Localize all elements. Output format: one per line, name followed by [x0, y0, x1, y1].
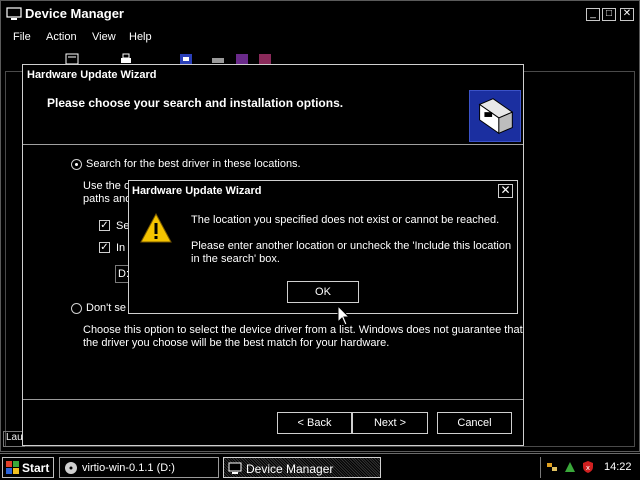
include-location-checkbox[interactable]: ✓ — [99, 242, 110, 253]
ok-button[interactable]: OK — [287, 281, 359, 303]
mouse-cursor-icon — [337, 305, 351, 326]
menu-help[interactable]: Help — [129, 31, 152, 43]
dont-search-label: Don't se — [86, 302, 127, 314]
wizard-header: Please choose your search and installati… — [23, 85, 523, 145]
device-manager-icon — [228, 462, 242, 474]
message-line2: Please enter another location or uncheck… — [191, 240, 512, 265]
taskbar-item-device-manager[interactable]: Device Manager — [223, 457, 381, 478]
error-message-box: Hardware Update Wizard ✕ The location yo… — [128, 180, 518, 314]
device-manager-title: Device Manager — [25, 6, 124, 21]
back-button[interactable]: < Back — [277, 412, 352, 434]
choose-description-line2: the driver you choose will be the best m… — [83, 337, 390, 349]
security-shield-icon[interactable]: x — [581, 460, 595, 474]
use-paths-text-line1: Use the c — [83, 180, 130, 192]
wizard-separator — [23, 399, 523, 400]
device-manager-titlebar[interactable]: Device Manager _ □ ✕ — [1, 1, 639, 27]
menu-bar: File Action View Help — [1, 28, 639, 48]
hardware-card-icon — [469, 90, 521, 142]
taskbar-item-virtio-win[interactable]: virtio-win-0.1.1 (D:) — [59, 457, 219, 478]
svg-text:x: x — [586, 464, 590, 472]
choose-description-line1: Choose this option to select the device … — [83, 324, 523, 336]
start-button[interactable]: Start — [2, 457, 54, 478]
message-line1: The location you specified does not exis… — [191, 214, 500, 226]
clock: 14:22 — [604, 461, 632, 473]
use-paths-text-line2: paths and — [83, 193, 132, 205]
menu-file[interactable]: File — [13, 31, 31, 43]
taskbar-item-label: Device Manager — [246, 462, 334, 476]
minimize-button[interactable]: _ — [586, 8, 600, 21]
message-box-title: Hardware Update Wizard — [132, 185, 262, 197]
message-box-close-button[interactable]: ✕ — [498, 184, 513, 198]
taskbar: Start virtio-win-0.1.1 (D:) Device Manag… — [0, 453, 640, 480]
menu-action[interactable]: Action — [46, 31, 77, 43]
network-icon[interactable] — [545, 460, 559, 474]
search-removable-checkbox[interactable]: ✓ — [99, 220, 110, 231]
taskbar-item-label: virtio-win-0.1.1 (D:) — [82, 462, 175, 474]
warning-icon — [140, 212, 172, 243]
close-button[interactable]: ✕ — [620, 8, 634, 21]
device-manager-icon — [6, 7, 22, 20]
radio-selected-dot — [75, 163, 78, 166]
search-best-driver-label: Search for the best driver in these loca… — [86, 158, 301, 170]
windows-flag-icon — [6, 461, 19, 474]
dont-search-radio[interactable] — [71, 303, 82, 314]
menu-view[interactable]: View — [92, 31, 116, 43]
maximize-button[interactable]: □ — [602, 8, 616, 21]
wizard-header-text: Please choose your search and installati… — [47, 96, 344, 110]
start-label: Start — [22, 461, 50, 475]
safely-remove-hardware-icon[interactable] — [563, 460, 577, 474]
system-tray: x 14:22 — [540, 457, 638, 478]
wizard-title: Hardware Update Wizard — [27, 69, 157, 81]
cd-drive-icon — [65, 462, 77, 474]
next-button[interactable]: Next > — [352, 412, 428, 434]
cancel-button[interactable]: Cancel — [437, 412, 512, 434]
search-best-driver-radio[interactable] — [71, 159, 82, 170]
include-location-label: In — [116, 242, 126, 254]
